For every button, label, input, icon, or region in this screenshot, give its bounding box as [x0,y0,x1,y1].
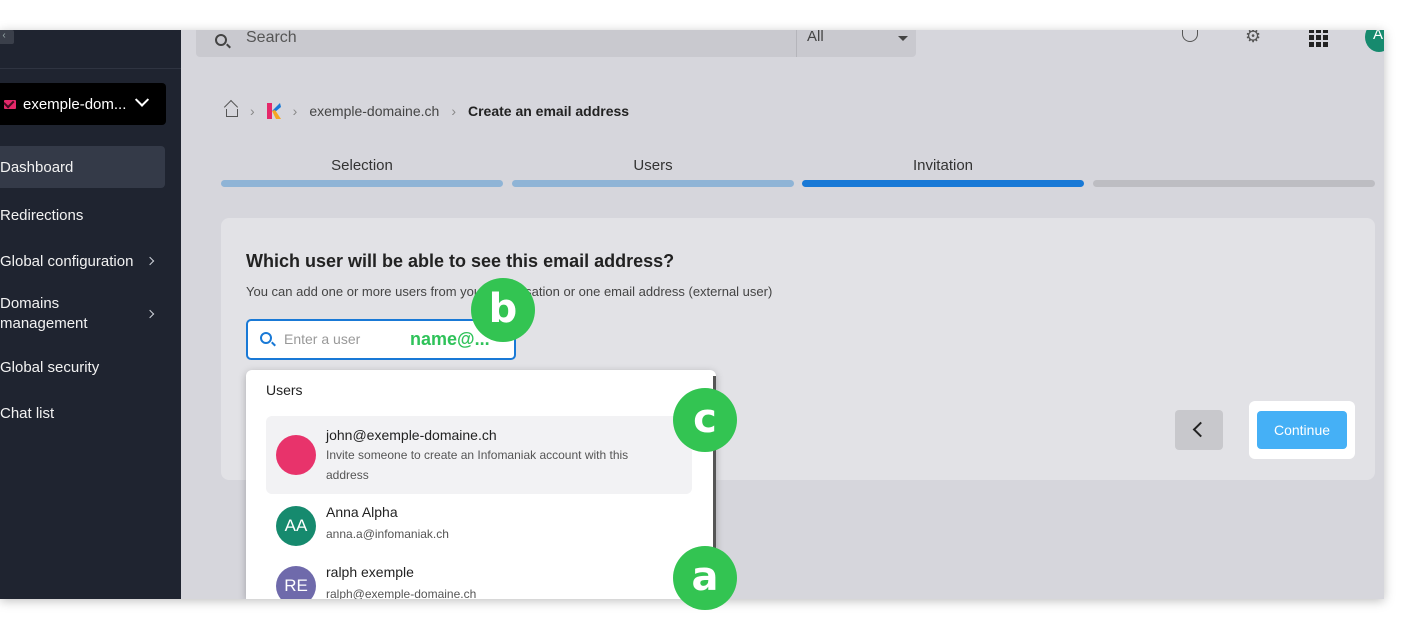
sidebar-item-label: Global configuration [0,252,134,270]
step-progress-bar [1093,180,1375,187]
sidebar-item-label: Dashboard [0,158,74,176]
mail-icon [4,99,16,109]
callout-marker-a: a [673,546,737,610]
step-invitation: Invitation [802,157,1084,187]
dropdown-header: Users [266,382,303,398]
step-label: Selection [331,157,393,174]
continue-button[interactable]: Continue [1257,411,1347,449]
list-item-name: john@exemple-domaine.ch [326,427,497,443]
breadcrumb: › › exemple-domaine.ch › Create an email… [224,103,629,119]
sidebar-item-domains-management[interactable]: Domains management [0,284,181,344]
list-item-name: ralph exemple [326,564,414,580]
search-icon [215,34,227,46]
breadcrumb-separator: › [292,103,298,119]
avatar: AA [276,506,316,546]
bell-icon[interactable] [1182,30,1198,42]
kmail-logo-icon[interactable] [266,103,281,119]
breadcrumb-domain-link[interactable]: exemple-domaine.ch [309,103,439,119]
search-scope-value: All [807,30,824,45]
breadcrumb-separator: › [451,103,456,119]
search-placeholder: Search [246,30,297,46]
sidebar-divider [0,68,181,69]
chevron-right-icon [145,256,155,266]
sidebar: ‹ exemple-dom... Dashboard Redirections … [0,30,181,599]
sidebar-item-global-security[interactable]: Global security [0,344,181,390]
user-suggestions-dropdown: Users john@exemple-domaine.ch Invite som… [246,370,716,599]
step-label: Invitation [912,157,974,174]
callout-marker-c: c [673,388,737,452]
step-progress-bar [512,180,794,187]
list-item-name: Anna Alpha [326,504,398,520]
caret-down-icon [898,36,908,41]
search-scope-select[interactable]: All [796,30,916,57]
sidebar-item-label: Chat list [0,404,55,422]
sidebar-item-redirections[interactable]: Redirections [0,192,181,238]
step-selection: Selection [221,157,503,187]
search-icon [260,332,272,344]
avatar: RE [276,566,316,599]
list-item-description: anna.a@infomaniak.ch [326,527,449,541]
chevron-right-icon [145,309,155,319]
sidebar-item-global-configuration[interactable]: Global configuration [0,238,181,284]
avatar[interactable]: A [1365,30,1384,52]
wizard-nav: Continue [1155,401,1355,459]
domain-selector[interactable]: exemple-dom... [0,83,166,125]
breadcrumb-separator: › [250,103,255,119]
callout-marker-b: b [471,278,535,342]
chevron-down-icon [135,92,150,107]
sidebar-nav: Dashboard Redirections Global configurat… [0,146,181,436]
back-button[interactable] [1175,410,1223,450]
apps-grid-icon[interactable] [1309,30,1328,47]
collapse-sidebar-button[interactable]: ‹ [0,30,14,44]
breadcrumb-current: Create an email address [467,103,630,119]
domain-selector-label: exemple-dom... [23,95,127,113]
card-title: Which user will be able to see this emai… [246,251,675,271]
list-item[interactable]: AA Anna Alpha anna.a@infomaniak.ch [266,500,692,556]
avatar [276,435,316,475]
step-users: Users [512,157,794,187]
global-search[interactable]: Search All [196,30,916,57]
list-item-description: Invite someone to create an Infomaniak a… [326,448,629,482]
continue-highlight: Continue [1249,401,1355,459]
user-search-input[interactable] [284,331,404,347]
list-item-description: ralph@exemple-domaine.ch [326,587,477,599]
list-item[interactable]: RE ralph exemple ralph@exemple-domaine.c… [266,560,692,599]
sidebar-item-dashboard[interactable]: Dashboard [0,146,165,188]
avatar-initial: A [1373,30,1384,43]
app-window: ‹ exemple-dom... Dashboard Redirections … [0,30,1384,599]
step-progress-bar [221,180,503,187]
step-progress-bar [802,180,1084,187]
sidebar-item-chat-list[interactable]: Chat list [0,390,181,436]
home-icon[interactable] [224,105,238,117]
sidebar-item-label: Global security [0,358,100,376]
sidebar-item-label: Domains management [0,295,88,332]
sidebar-item-label: Redirections [0,206,84,224]
gear-icon[interactable]: ⚙ [1245,30,1261,47]
typed-email-hint: name@... [410,329,490,349]
step-label: Users [633,157,673,174]
list-item[interactable]: john@exemple-domaine.ch Invite someone t… [266,416,692,494]
stepper: Selection Users Invitation [221,157,1375,189]
